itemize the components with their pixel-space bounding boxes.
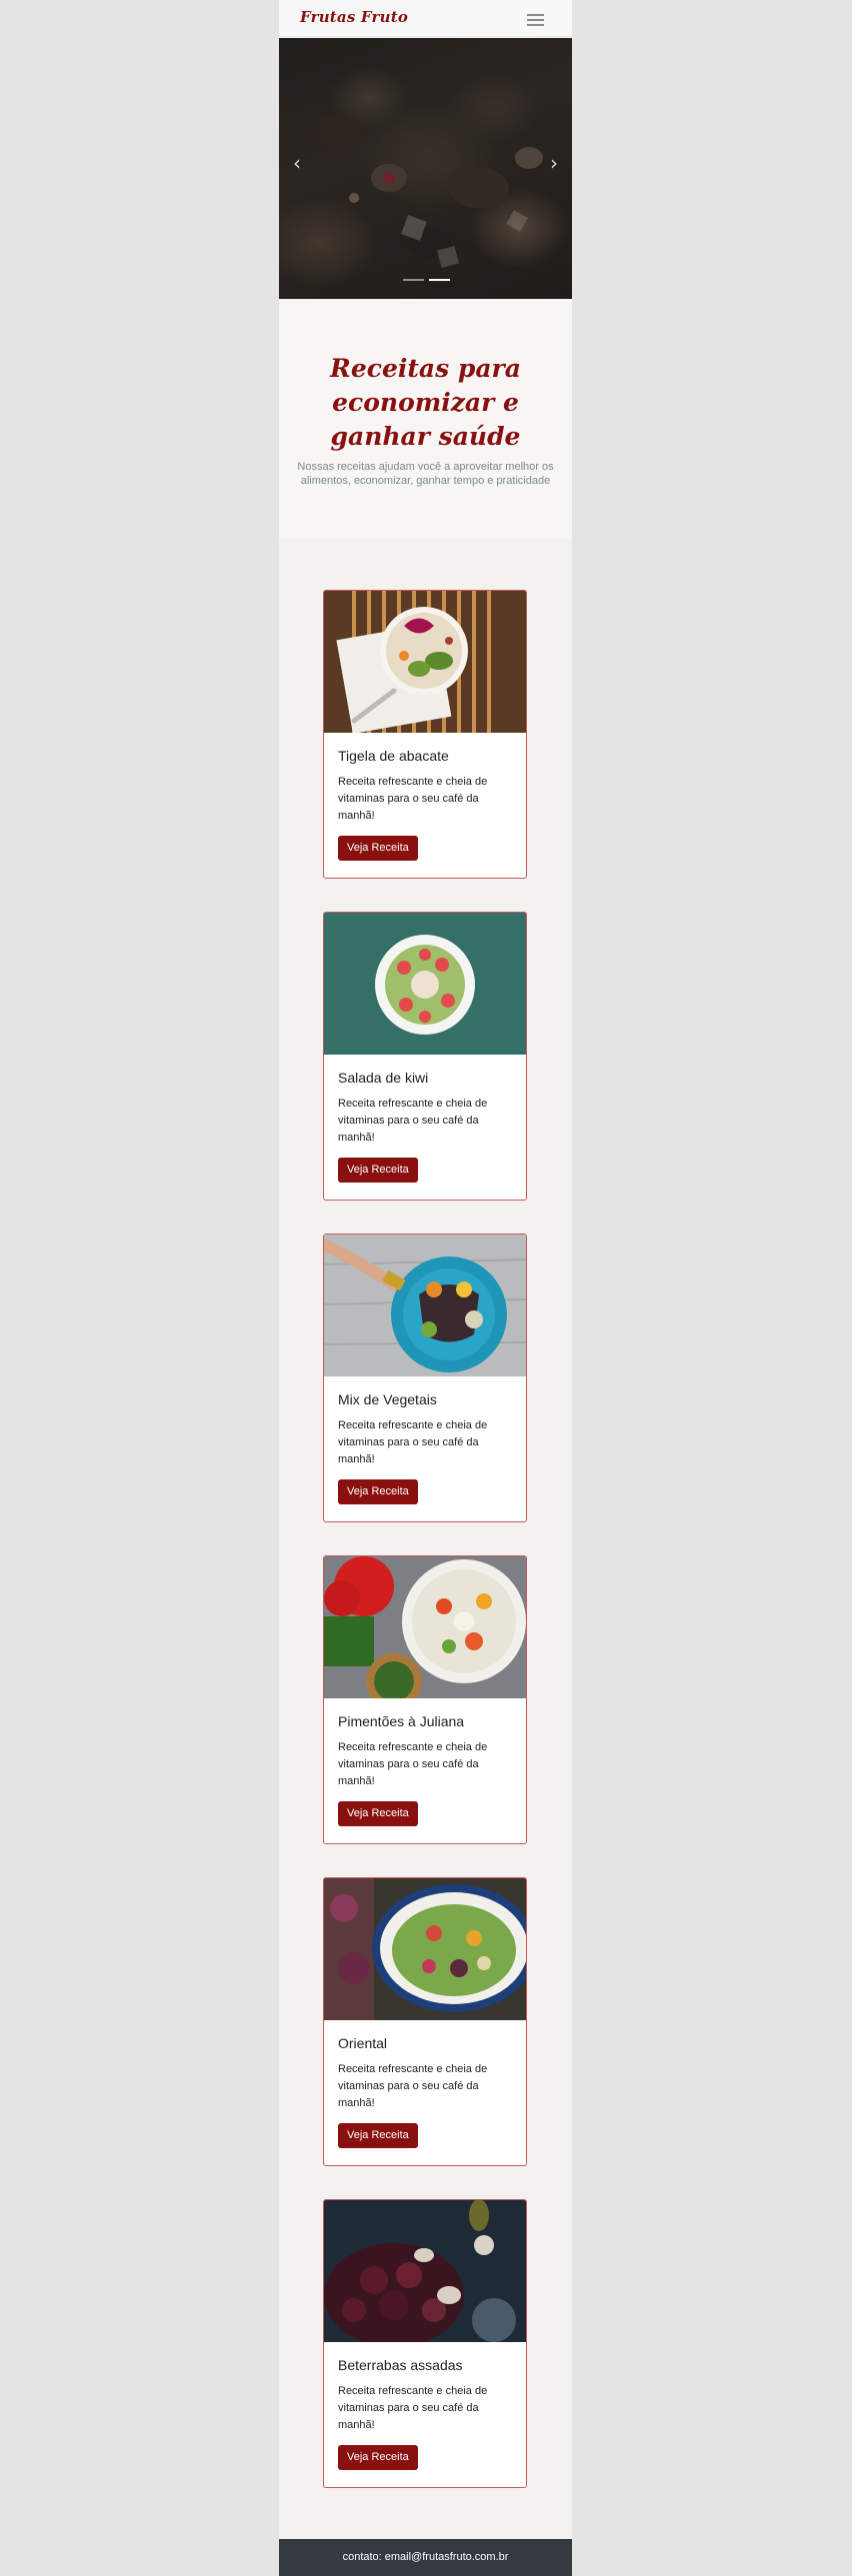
view-recipe-button[interactable]: Veja Receita	[338, 2123, 418, 2148]
carousel-indicators	[403, 279, 453, 282]
view-recipe-button[interactable]: Veja Receita	[338, 1801, 418, 1826]
navbar: Frutas Fruto	[279, 0, 572, 37]
recipe-image	[324, 1235, 526, 1376]
hamburger-menu-icon[interactable]	[523, 8, 547, 30]
recipe-card: Pimentões à Juliana Receita refrescante …	[323, 1555, 527, 1844]
hero-section: Receitas para economizar e ganhar saúde …	[279, 300, 572, 538]
chevron-right-icon[interactable]: ›	[550, 151, 558, 175]
recipe-image	[324, 2200, 526, 2342]
chevron-left-icon[interactable]: ‹	[293, 151, 301, 175]
recipe-card: Mix de Vegetais Receita refrescante e ch…	[323, 1234, 527, 1522]
recipe-card: Tigela de abacate Receita refrescante e …	[323, 590, 527, 879]
footer: contato: email@frutasfruto.com.br	[279, 2539, 572, 2576]
recipe-card: Oriental Receita refrescante e cheia de …	[323, 1877, 527, 2166]
recipe-description: Receita refrescante e cheia de vitaminas…	[338, 1098, 488, 1144]
carousel-indicator-1[interactable]	[403, 279, 424, 281]
recipes-section: Tigela de abacate Receita refrescante e …	[279, 538, 572, 2539]
recipe-description: Receita refrescante e cheia de vitaminas…	[338, 2063, 488, 2109]
recipe-description: Receita refrescante e cheia de vitaminas…	[338, 776, 488, 822]
recipe-title: Pimentões à Juliana	[338, 1713, 465, 1729]
view-recipe-button[interactable]: Veja Receita	[338, 1158, 418, 1183]
hero-carousel: ‹ ›	[279, 38, 572, 299]
recipe-title: Salada de kiwi	[338, 1070, 429, 1086]
view-recipe-button[interactable]: Veja Receita	[338, 836, 418, 861]
recipe-title: Mix de Vegetais	[338, 1391, 437, 1407]
recipe-card: Salada de kiwi Receita refrescante e che…	[323, 912, 527, 1201]
recipe-image	[324, 913, 526, 1055]
view-recipe-button[interactable]: Veja Receita	[338, 2445, 418, 2470]
page-subtitle: Nossas receitas ajudam você a aproveitar…	[297, 461, 554, 487]
recipe-title: Oriental	[338, 2035, 388, 2051]
brand-logo[interactable]: Frutas Fruto	[300, 8, 408, 26]
recipe-description: Receita refrescante e cheia de vitaminas…	[338, 2385, 488, 2431]
recipe-description: Receita refrescante e cheia de vitaminas…	[338, 1741, 488, 1787]
page-title: Receitas para economizar e ganhar saúde	[330, 354, 521, 451]
view-recipe-button[interactable]: Veja Receita	[338, 1479, 418, 1504]
recipe-description: Receita refrescante e cheia de vitaminas…	[338, 1419, 488, 1465]
carousel-indicator-2[interactable]	[429, 279, 450, 281]
footer-contact[interactable]: contato: email@frutasfruto.com.br	[279, 2551, 572, 2563]
recipe-image	[324, 1878, 526, 2020]
recipe-card: Beterrabas assadas Receita refrescante e…	[323, 2199, 527, 2488]
recipe-image	[324, 591, 526, 733]
recipe-title: Beterrabas assadas	[338, 2357, 463, 2373]
page: Frutas Fruto ‹ › Receitas para economiza…	[279, 0, 572, 2576]
recipe-title: Tigela de abacate	[338, 748, 449, 764]
recipe-image	[324, 1556, 526, 1698]
